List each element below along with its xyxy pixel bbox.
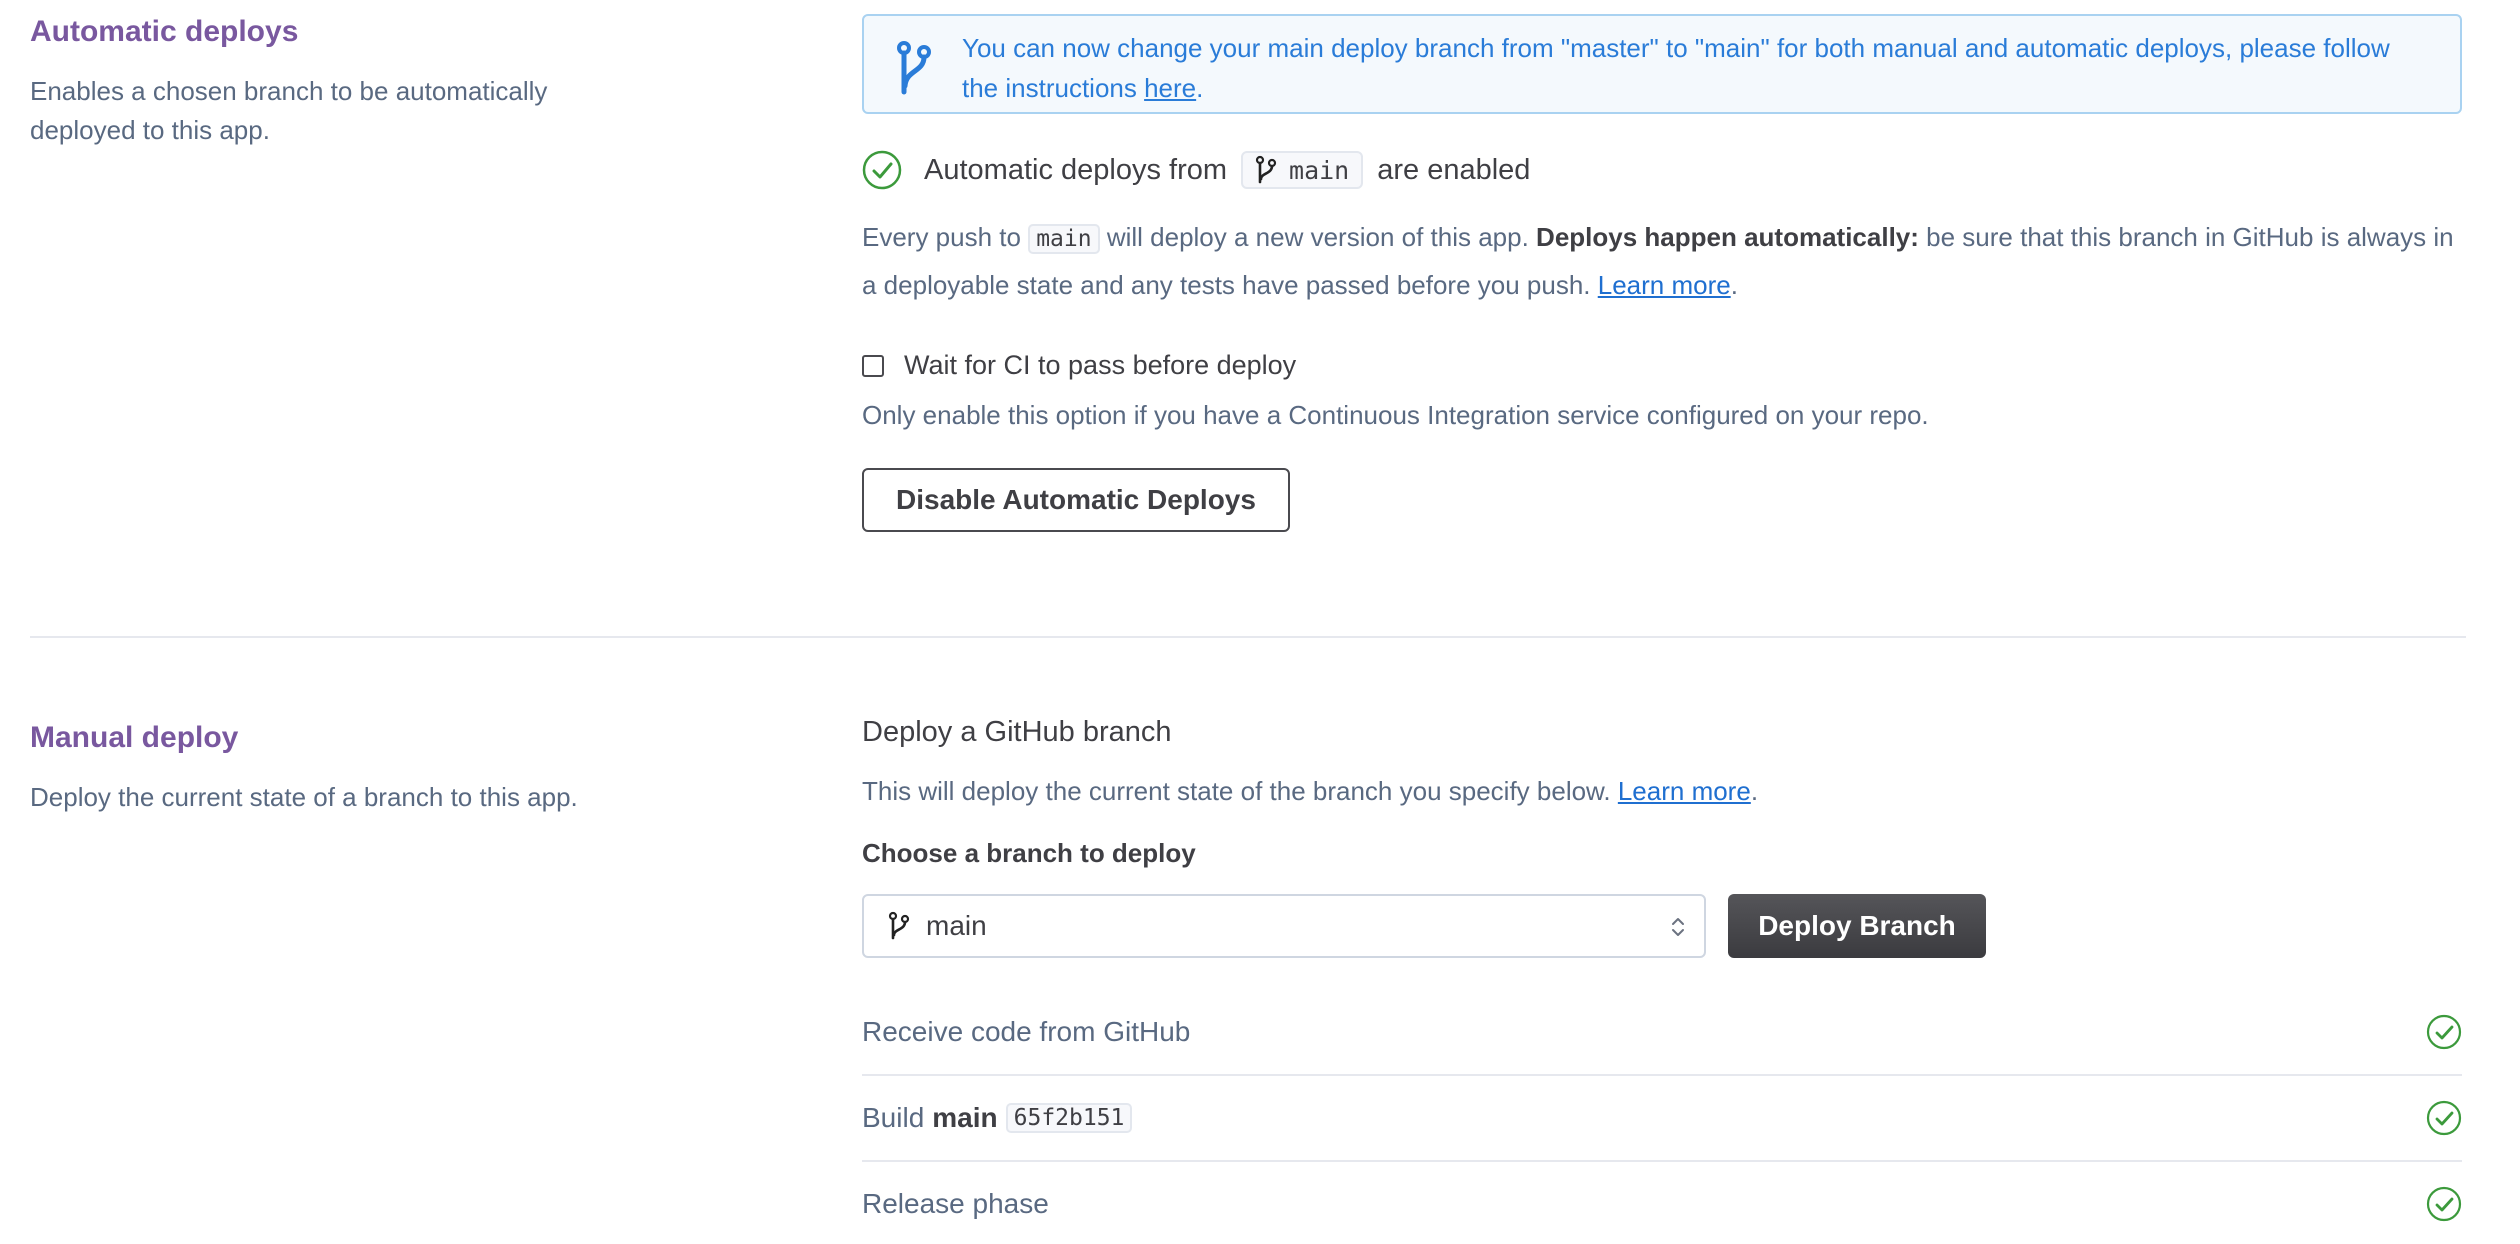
chevron-up-down-icon (1672, 918, 1684, 936)
manual-deploy-description: Deploy the current state of a branch to … (30, 782, 578, 812)
check-circle-icon (2426, 1014, 2462, 1050)
deploy-branch-button[interactable]: Deploy Branch (1728, 894, 1986, 958)
deploy-github-branch-heading: Deploy a GitHub branch (862, 716, 1172, 748)
step-label: Receive code from GitHub (862, 1016, 1191, 1047)
step-label: Build (862, 1102, 925, 1133)
check-circle-icon (2426, 1100, 2462, 1136)
branch-select[interactable]: main (862, 894, 1706, 958)
deploy-settings-page: Automatic deploys Enables a chosen branc… (0, 0, 2520, 1244)
manual-learn-more-link[interactable]: Learn more (1618, 776, 1751, 806)
manual-deploy-section: Manual deploy Deploy the current state o… (0, 0, 2520, 1244)
deploy-info: This will deploy the current state of th… (862, 776, 1758, 807)
step-build-branch: main (932, 1102, 998, 1133)
deploy-info-end: . (1750, 776, 1759, 806)
manual-deploy-header: Manual deploy Deploy the current state o… (30, 720, 600, 817)
check-circle-icon (2426, 1186, 2462, 1222)
git-branch-icon (888, 911, 910, 940)
step-receive-code: Receive code from GitHub (862, 990, 2462, 1076)
step-release-phase: Release phase (862, 1162, 2462, 1244)
step-label: Release phase (862, 1188, 1049, 1219)
step-build-commit: 65f2b151 (1005, 1103, 1133, 1133)
choose-branch-label: Choose a branch to deploy (862, 838, 1196, 868)
selected-branch: main (926, 910, 987, 941)
step-build: Build main 65f2b151 (862, 1076, 2462, 1162)
deploy-steps: Receive code from GitHub Build main 65f2… (862, 990, 2462, 1244)
deploy-info-text: This will deploy the current state of th… (862, 776, 1618, 806)
manual-deploy-title: Manual deploy (30, 721, 239, 754)
